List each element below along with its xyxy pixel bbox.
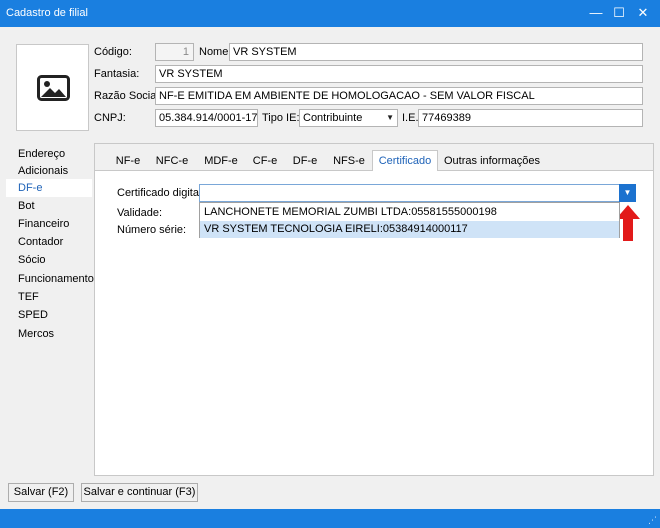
razao-social-label: Razão Social: [94, 90, 162, 102]
salvar-button[interactable]: Salvar (F2) [8, 483, 74, 502]
close-button[interactable]: ✕ [632, 3, 654, 23]
sidebar-item-funcionamento[interactable]: Funcionamento [6, 270, 94, 288]
codigo-field[interactable]: 1 [155, 43, 194, 61]
sidebar-item-dfe[interactable]: DF-e [6, 179, 92, 197]
resize-grip-icon[interactable]: ⋰ [648, 515, 657, 526]
fantasia-label: Fantasia: [94, 68, 140, 80]
ie-field[interactable]: 77469389 [418, 109, 643, 127]
tab-outras-informacoes[interactable]: Outras informações [444, 152, 540, 170]
tab-nfse[interactable]: NFS-e [329, 152, 369, 170]
nome-field[interactable]: VR SYSTEM [229, 43, 643, 61]
status-bar: ⋰ [0, 509, 660, 528]
company-logo-picker[interactable] [16, 44, 89, 131]
tab-nfe[interactable]: NF-e [112, 152, 144, 170]
window-title: Cadastro de filial [6, 7, 88, 19]
tab-nfce[interactable]: NFC-e [152, 152, 192, 170]
minimize-button[interactable]: — [585, 3, 607, 23]
certificado-dropdown-button[interactable]: ▼ [619, 184, 636, 202]
numero-serie-label: Número série: [117, 224, 187, 236]
title-bar: Cadastro de filial — ☐ ✕ [0, 0, 660, 27]
chevron-down-icon: ▼ [386, 113, 394, 122]
salvar-continuar-button[interactable]: Salvar e continuar (F3) [81, 483, 198, 502]
fantasia-field[interactable]: VR SYSTEM [155, 65, 643, 83]
codigo-label: Código: [94, 46, 132, 58]
validade-label: Validade: [117, 207, 163, 219]
nome-label: Nome: [199, 46, 232, 58]
tab-mdfe[interactable]: MDF-e [199, 152, 243, 170]
sidebar-item-financeiro[interactable]: Financeiro [6, 215, 92, 233]
sidebar-item-contador[interactable]: Contador [6, 233, 92, 251]
tab-cfe[interactable]: CF-e [248, 152, 282, 170]
sidebar-item-endereco[interactable]: Endereço [6, 145, 92, 163]
dropdown-option[interactable]: LANCHONETE MEMORIAL ZUMBI LTDA:055815550… [200, 204, 619, 221]
cnpj-label: CNPJ: [94, 112, 126, 124]
certificado-dropdown-list: LANCHONETE MEMORIAL ZUMBI LTDA:055815550… [199, 202, 620, 238]
certificado-digital-label: Certificado digital: [117, 187, 205, 199]
tipo-ie-select[interactable]: Contribuinte ▼ [299, 109, 398, 127]
sidebar-item-sped[interactable]: SPED [6, 306, 92, 324]
maximize-button[interactable]: ☐ [608, 3, 630, 23]
razao-social-field[interactable]: NF-E EMITIDA EM AMBIENTE DE HOMOLOGACAO … [155, 87, 643, 105]
image-icon [37, 75, 70, 101]
sidebar-item-bot[interactable]: Bot [6, 197, 92, 215]
sidebar-item-socio[interactable]: Sócio [6, 251, 92, 269]
tab-dfe[interactable]: DF-e [288, 152, 322, 170]
sidebar-item-adicionais[interactable]: Adicionais [6, 162, 92, 180]
dropdown-option-highlighted[interactable]: VR SYSTEM TECNOLOGIA EIRELI:053849140001… [200, 221, 619, 238]
cnpj-field[interactable]: 05.384.914/0001-17 [155, 109, 258, 127]
tipo-ie-value: Contribuinte [303, 112, 363, 124]
sidebar-item-tef[interactable]: TEF [6, 288, 92, 306]
tab-certificado[interactable]: Certificado [372, 150, 438, 171]
certificado-digital-select[interactable] [199, 184, 636, 202]
chevron-down-icon: ▼ [623, 188, 632, 197]
sidebar-item-mercos[interactable]: Mercos [6, 325, 92, 343]
tipo-ie-label: Tipo IE: [262, 112, 300, 124]
